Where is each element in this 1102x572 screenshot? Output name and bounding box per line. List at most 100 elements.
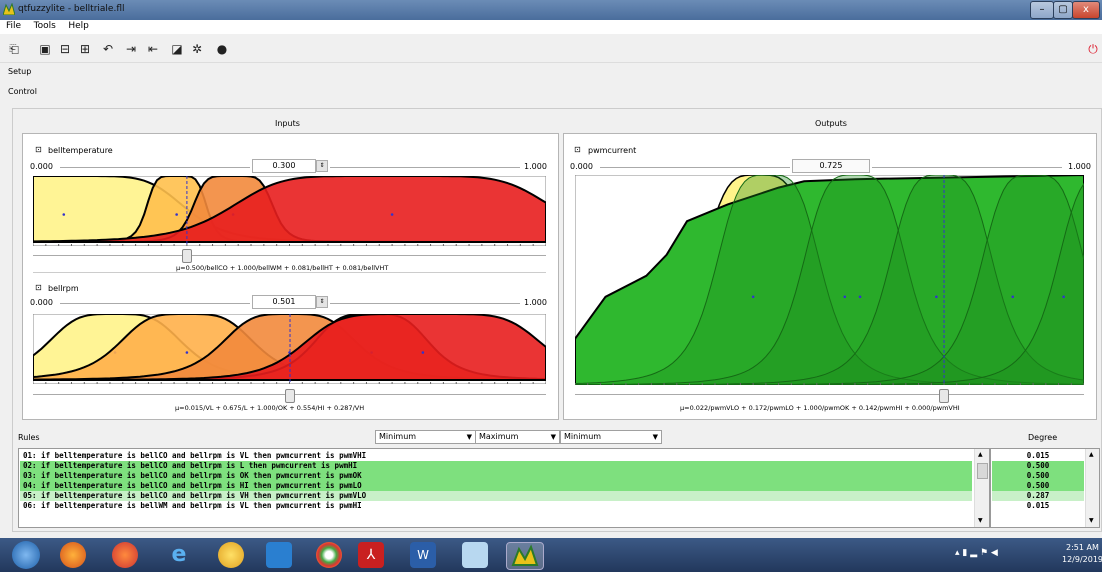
rule-row[interactable]: 06: if belltemperature is bellWM and bel… <box>20 501 972 511</box>
rule-row[interactable]: 01: if belltemperature is bellCO and bel… <box>20 451 972 461</box>
internet-explorer-icon[interactable]: e <box>166 542 192 568</box>
scroll-down-icon[interactable]: ▼ <box>978 517 983 524</box>
degree-cell[interactable]: 0.500 <box>992 461 1084 471</box>
term-centroid <box>843 295 847 299</box>
belltemperature-value-input[interactable]: 0.300 <box>252 159 316 173</box>
tray-icons[interactable]: ▴ ▮ ▂ ⚑ ◀ <box>955 548 998 558</box>
degree-cell[interactable]: 0.500 <box>992 481 1084 491</box>
chevron-down-icon: ▼ <box>652 433 658 441</box>
spin-arrows-icon[interactable]: ⇕ <box>316 160 328 172</box>
control-label[interactable]: Control <box>8 87 37 96</box>
maximize-button[interactable]: ▢ <box>1053 1 1073 19</box>
output-min-label: 0.000 <box>570 162 593 171</box>
undo-icon[interactable]: ↶ <box>101 42 115 56</box>
settings-icon[interactable]: ✲ <box>190 42 204 56</box>
pdf-reader-icon[interactable]: ⅄ <box>358 542 384 568</box>
chevron-down-icon: ▼ <box>550 433 556 441</box>
menu-tools[interactable]: Tools <box>34 21 56 31</box>
belltemperature-membership-formula: μ=0.500/bellCO + 1.000/bellWM + 0.081/be… <box>176 264 389 272</box>
word-icon[interactable]: W <box>410 542 436 568</box>
degree-cell[interactable]: 0.287 <box>992 491 1084 501</box>
bellrpm-slider-handle[interactable] <box>285 389 295 403</box>
term-centroid <box>421 351 425 354</box>
copy-icon[interactable]: ▣ <box>38 42 52 56</box>
preview-icon[interactable]: ◪ <box>170 42 184 56</box>
bellrpm-membership-formula: μ=0.015/VL + 0.675/L + 1.000/OK + 0.554/… <box>175 404 365 412</box>
app-logo-icon <box>2 2 16 16</box>
input-max-label: 1.000 <box>524 298 547 307</box>
degree-cell[interactable]: 0.015 <box>992 501 1084 511</box>
taskbar: e ⅄ W ▴ ▮ ▂ ⚑ ◀ 2:51 AM 12/9/2019 <box>0 538 1102 572</box>
inputs-title: Inputs <box>275 119 300 128</box>
clock-date[interactable]: 12/9/2019 <box>1062 555 1102 564</box>
term-centroid <box>185 351 189 354</box>
chrome-icon[interactable] <box>316 542 342 568</box>
degree-cell[interactable]: 0.500 <box>992 471 1084 481</box>
media-icon[interactable] <box>266 542 292 568</box>
input-min-label: 0.000 <box>30 298 53 307</box>
output-max-label: 1.000 <box>1068 162 1091 171</box>
setup-label[interactable]: Setup <box>8 67 31 76</box>
rule-row[interactable]: 04: if belltemperature is bellCO and bel… <box>20 481 972 491</box>
title-bar: qtfuzzylite - belltriale.fll – ▢ x <box>0 0 1102 20</box>
power-icon[interactable]: ⏻ <box>1086 42 1100 56</box>
range-line <box>60 303 250 304</box>
disjunction-select[interactable]: Maximum ▼ <box>475 430 560 444</box>
input-max-label: 1.000 <box>524 162 547 171</box>
file-explorer-icon[interactable] <box>462 542 488 568</box>
scroll-thumb[interactable] <box>977 463 988 479</box>
window-title: qtfuzzylite - belltriale.fll <box>18 4 125 14</box>
term-centroid <box>1011 295 1015 299</box>
close-button[interactable]: x <box>1072 1 1100 19</box>
term-centroid <box>1062 295 1065 299</box>
range-line <box>60 167 250 168</box>
conjunction-select[interactable]: Minimum ▼ <box>375 430 476 444</box>
paint-icon[interactable] <box>218 542 244 568</box>
qtfuzzylite-taskbar-icon[interactable] <box>506 542 544 570</box>
input-variable-icon[interactable]: ⊟ <box>58 42 72 56</box>
degree-scrollbar[interactable]: ▲ ▼ <box>1085 449 1099 527</box>
input-name-belltemperature: belltemperature <box>48 146 113 155</box>
activation-select[interactable]: Minimum ▼ <box>560 430 662 444</box>
bellrpm-term-chart <box>33 314 546 384</box>
term-centroid <box>175 213 178 216</box>
start-button[interactable] <box>12 541 40 569</box>
degree-cell[interactable]: 0.015 <box>992 451 1084 461</box>
collapse-icon[interactable]: ⊡ <box>35 145 42 154</box>
import-icon[interactable]: ⇥ <box>124 42 138 56</box>
range-line <box>330 303 520 304</box>
rule-row[interactable]: 03: if belltemperature is bellCO and bel… <box>20 471 972 481</box>
media-player-icon[interactable] <box>112 542 138 568</box>
term-centroid <box>62 213 66 216</box>
scroll-up-icon[interactable]: ▲ <box>978 451 983 458</box>
rule-row[interactable]: 05: if belltemperature is bellCO and bel… <box>20 491 972 501</box>
rule-row[interactable]: 02: if belltemperature is bellCO and bel… <box>20 461 972 471</box>
toolbar: ⎗ ▣ ⊟ ⊞ ↶ ⇥ ⇤ ◪ ✲ ● ⏻ <box>0 34 1102 63</box>
belltemperature-slider-track[interactable] <box>33 255 546 256</box>
collapse-icon[interactable]: ⊡ <box>35 283 42 292</box>
term-centroid <box>751 295 755 299</box>
degree-list[interactable]: 0.015 0.500 0.500 0.500 0.287 0.015 ▲ ▼ <box>990 448 1100 528</box>
new-icon[interactable]: ⎗ <box>7 42 21 56</box>
menu-help[interactable]: Help <box>68 21 89 31</box>
clock-time[interactable]: 2:51 AM <box>1066 543 1099 552</box>
spin-arrows-icon[interactable]: ⇕ <box>316 296 328 308</box>
pwmcurrent-slider-handle <box>939 389 950 403</box>
menu-file[interactable]: File <box>6 21 21 31</box>
belltemperature-slider-handle[interactable] <box>181 249 192 263</box>
divider <box>33 272 546 273</box>
firefox-icon[interactable] <box>60 542 86 568</box>
collapse-icon[interactable]: ⊡ <box>574 145 581 154</box>
rules-scrollbar[interactable]: ▲ ▼ <box>974 449 989 527</box>
rules-list[interactable]: 01: if belltemperature is bellCO and bel… <box>18 448 990 528</box>
output-variable-icon[interactable]: ⊞ <box>78 42 92 56</box>
bellrpm-value-input[interactable]: 0.501 <box>252 295 316 309</box>
range-line <box>872 167 1062 168</box>
scroll-up-icon[interactable]: ▲ <box>1089 451 1094 458</box>
export-icon[interactable]: ⇤ <box>146 42 160 56</box>
input-min-label: 0.000 <box>30 162 53 171</box>
pwmcurrent-term-chart <box>575 175 1084 385</box>
minimize-button[interactable]: – <box>1030 1 1054 19</box>
about-icon[interactable]: ● <box>215 42 229 56</box>
scroll-down-icon[interactable]: ▼ <box>1089 517 1094 524</box>
